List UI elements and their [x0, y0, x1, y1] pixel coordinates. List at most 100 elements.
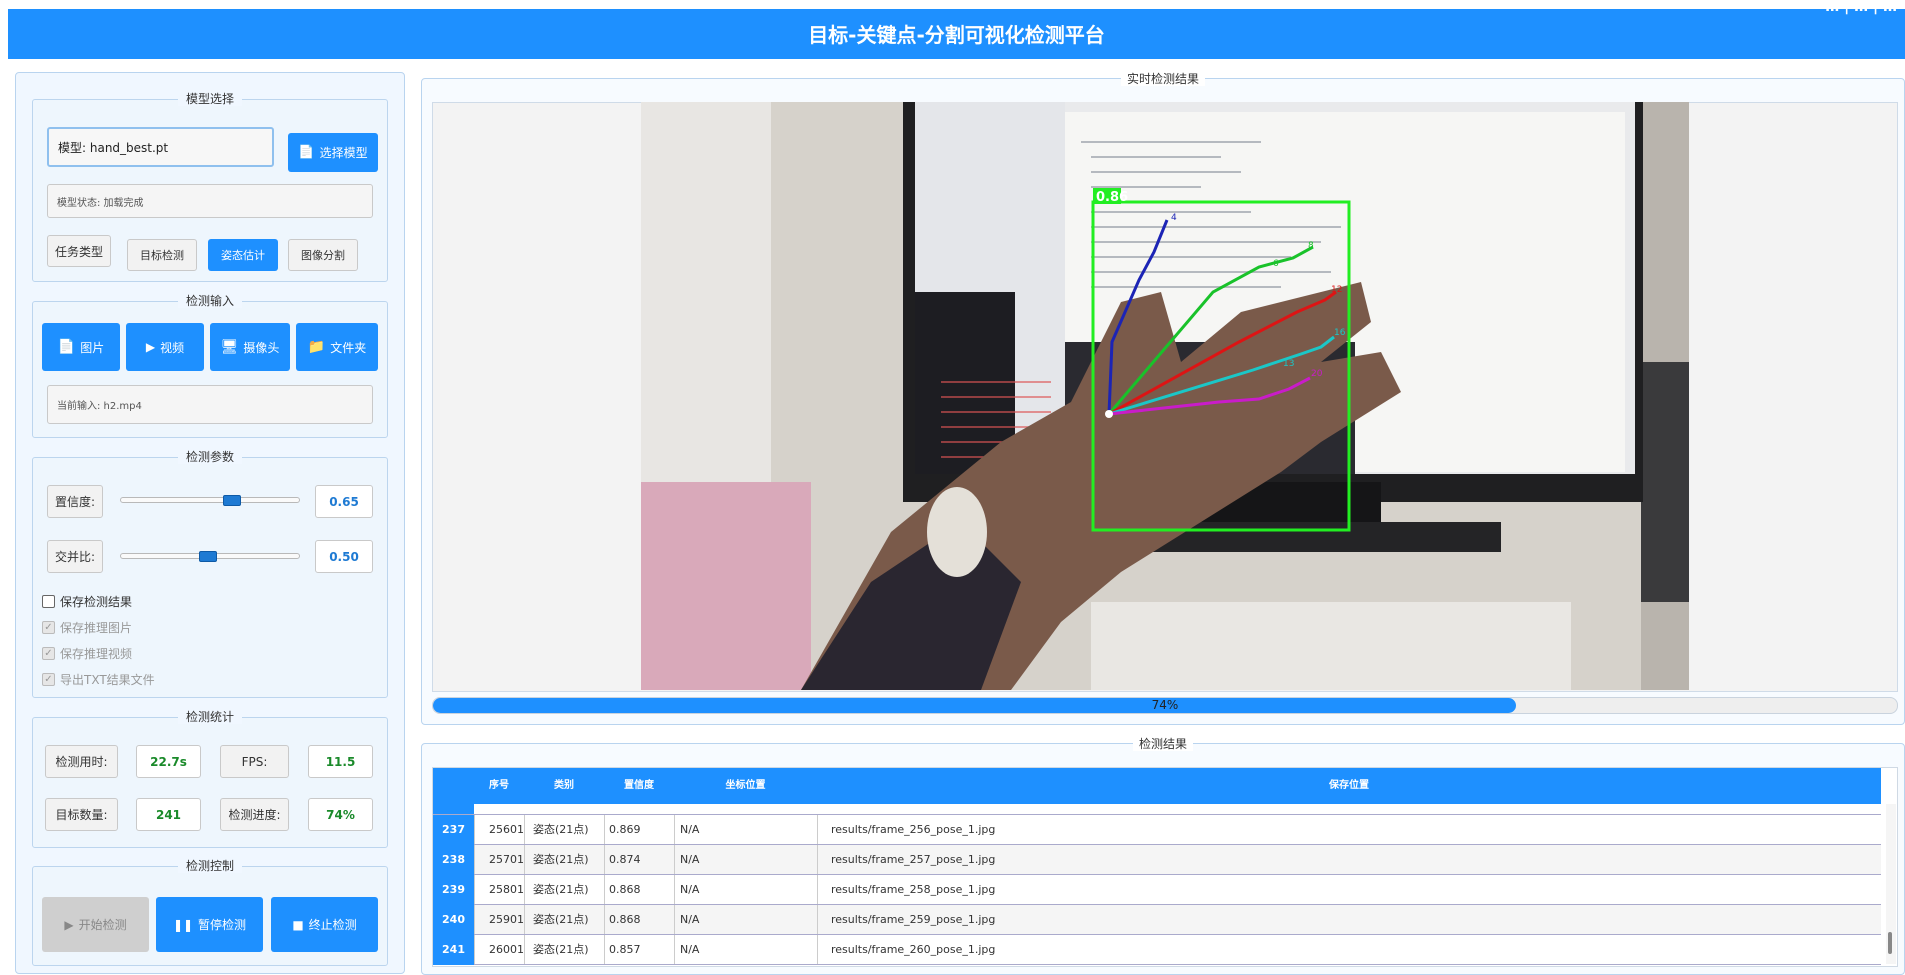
col-save-path[interactable]: 保存位置	[817, 768, 1881, 804]
keypoint-label-4: 4	[1171, 213, 1177, 223]
task-segment-button[interactable]: 图像分割	[288, 239, 358, 271]
row-number: 237	[433, 815, 474, 845]
cell-confidence: 0.869	[609, 823, 641, 836]
cell-save-path: results/frame_256_pose_1.jpg	[831, 823, 996, 836]
cell-position: N/A	[680, 883, 700, 896]
start-detect-button[interactable]: ▶ 开始检测	[42, 897, 149, 952]
cell-save-path: results/frame_257_pose_1.jpg	[831, 853, 996, 866]
cell-class: 姿态(21点)	[533, 913, 589, 926]
task-pose-button[interactable]: 姿态估计	[208, 239, 278, 271]
app-header: 目标-关键点-分割可视化检测平台 … | … | …	[8, 0, 1905, 59]
app-title: 目标-关键点-分割可视化检测平台	[808, 23, 1105, 47]
folder-icon: 📁	[307, 339, 326, 355]
cell-class: 姿态(21点)	[533, 943, 589, 956]
video-frame: 0.86 8 12 16 20 13 6 4	[641, 102, 1689, 690]
cell-position: N/A	[680, 913, 700, 926]
fps-value: 11.5	[308, 745, 373, 778]
cell-index: 25801	[489, 883, 524, 896]
fps-label: FPS:	[220, 745, 289, 778]
iou-slider-handle[interactable]	[199, 551, 217, 562]
row-number: 241	[433, 935, 474, 965]
cell-index: 26001	[489, 943, 524, 956]
row-number: 238	[433, 845, 474, 875]
col-position[interactable]: 坐标位置	[674, 768, 817, 804]
file-icon: 📄	[57, 339, 76, 355]
control-group-title: 检测控制	[177, 859, 242, 873]
model-field[interactable]: 模型: hand_best.pt	[47, 127, 274, 167]
save-video-checkbox[interactable]: ✓ 保存推理视频	[42, 645, 132, 662]
cell-index: 25601	[489, 823, 524, 836]
stats-group-title: 检测统计	[177, 710, 242, 724]
model-status: 模型状态: 加载完成	[47, 184, 373, 218]
results-title: 检测结果	[1132, 737, 1193, 751]
camera-input-button[interactable]: 🖥 摄像头	[210, 323, 290, 371]
video-input-button[interactable]: ▶ 视频	[126, 323, 204, 371]
cell-confidence: 0.874	[609, 853, 641, 866]
table-scrollbar[interactable]	[1886, 804, 1896, 964]
cell-position: N/A	[680, 823, 700, 836]
cell-save-path: results/frame_258_pose_1.jpg	[831, 883, 996, 896]
keypoint-label-13: 13	[1283, 359, 1294, 369]
count-value: 241	[136, 798, 201, 831]
play-icon: ▶	[64, 917, 74, 932]
cell-save-path: results/frame_260_pose_1.jpg	[831, 943, 996, 956]
col-confidence[interactable]: 置信度	[604, 768, 674, 804]
cell-position: N/A	[680, 943, 700, 956]
save-results-checkbox[interactable]: 保存检测结果	[42, 593, 132, 610]
folder-input-button[interactable]: 📁 文件夹	[296, 323, 378, 371]
cell-class: 姿态(21点)	[533, 883, 589, 896]
progress-value: 74%	[308, 798, 373, 831]
iou-value[interactable]: 0.50	[315, 540, 373, 573]
input-group-title: 检测输入	[177, 294, 242, 308]
params-group-title: 检测参数	[177, 450, 242, 464]
progress-label: 检测进度:	[220, 798, 289, 831]
col-class[interactable]: 类别	[524, 768, 604, 804]
conf-label: 置信度:	[47, 485, 103, 518]
detection-progress-text: 74%	[1151, 698, 1179, 712]
row-number: 239	[433, 875, 474, 905]
header-clipped-info: … | … | …	[1825, 0, 1897, 15]
box-confidence-label: 0.86	[1096, 190, 1128, 205]
iou-label: 交并比:	[47, 540, 103, 573]
conf-slider-track[interactable]	[120, 497, 300, 503]
realtime-title: 实时检测结果	[1120, 72, 1205, 86]
table-row[interactable]: 238 25701 姿态(21点) 0.874 N/A results/frame_257…	[433, 845, 1881, 875]
cell-position: N/A	[680, 853, 700, 866]
cell-confidence: 0.868	[609, 913, 641, 926]
model-group-title: 模型选择	[177, 92, 242, 106]
file-icon: 📄	[298, 145, 315, 160]
row-number: 240	[433, 905, 474, 935]
cell-class: 姿态(21点)	[533, 853, 589, 866]
table-row[interactable]: 237 25601 姿态(21点) 0.869 N/A results/frame_256…	[433, 815, 1881, 845]
cell-class: 姿态(21点)	[533, 823, 589, 836]
cell-confidence: 0.868	[609, 883, 641, 896]
table-row[interactable]: 241 26001 姿态(21点) 0.857 N/A results/frame_260…	[433, 935, 1881, 965]
table-row[interactable]: 239 25801 姿态(21点) 0.868 N/A results/frame_258…	[433, 875, 1881, 905]
col-index[interactable]: 序号	[474, 768, 524, 804]
stop-detect-button[interactable]: ■ 终止检测	[271, 897, 378, 952]
table-row-partial	[433, 804, 1881, 815]
conf-value[interactable]: 0.65	[315, 485, 373, 518]
cell-confidence: 0.857	[609, 943, 641, 956]
keypoint-label-12: 12	[1331, 285, 1342, 295]
image-input-button[interactable]: 📄 图片	[42, 323, 120, 371]
keypoint-label-6: 6	[1273, 259, 1279, 269]
save-images-checkbox[interactable]: ✓ 保存推理图片	[42, 619, 132, 636]
table-scrollbar-thumb[interactable]	[1888, 932, 1892, 954]
pause-icon: ❚❚	[172, 917, 194, 932]
time-value: 22.7s	[136, 745, 201, 778]
keypoint-label-16: 16	[1334, 328, 1346, 338]
stop-icon: ■	[292, 917, 304, 932]
table-row[interactable]: 240 25901 姿态(21点) 0.868 N/A results/frame_259…	[433, 905, 1881, 935]
conf-slider-handle[interactable]	[223, 495, 241, 506]
count-label: 目标数量:	[45, 798, 118, 831]
monitor-icon: 🖥	[220, 339, 239, 355]
pause-detect-button[interactable]: ❚❚ 暂停检测	[156, 897, 263, 952]
task-detect-button[interactable]: 目标检测	[127, 239, 197, 271]
keypoint-label-8: 8	[1308, 241, 1314, 251]
results-table-header: 序号 类别 置信度 坐标位置 保存位置	[433, 768, 1881, 804]
keypoint-label-20: 20	[1311, 369, 1323, 379]
current-input: 当前输入: h2.mp4	[47, 385, 373, 424]
export-txt-checkbox[interactable]: ✓ 导出TXT结果文件	[42, 671, 155, 688]
select-model-button[interactable]: 📄 选择模型	[288, 133, 378, 172]
